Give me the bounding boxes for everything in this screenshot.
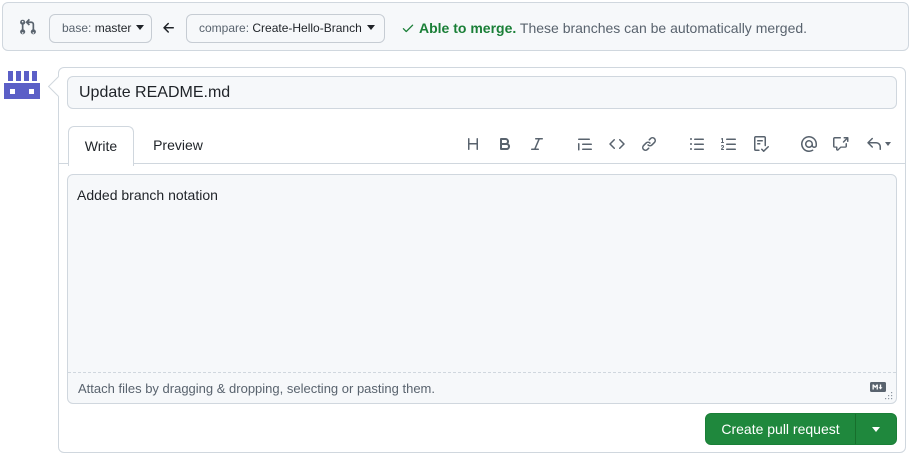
base-prefix: base: [62, 21, 92, 35]
comment-body-editor[interactable]: Added branch notation Attach files by dr… [67, 174, 897, 404]
compare-prefix: compare: [199, 21, 250, 35]
italic-icon[interactable] [526, 133, 548, 155]
tab-preview[interactable]: Preview [140, 126, 216, 165]
bold-icon[interactable] [494, 133, 516, 155]
create-pull-request-button[interactable]: Create pull request [706, 414, 856, 444]
reply-icon[interactable] [862, 133, 894, 155]
base-branch-name: master [94, 21, 132, 35]
base-branch-select[interactable]: base: master [49, 14, 152, 43]
caret-down-icon [872, 426, 880, 432]
compare-branch-name: Create-Hello-Branch [252, 21, 362, 35]
attach-files-hint: Attach files by dragging & dropping, sel… [78, 381, 435, 396]
reference-icon[interactable] [830, 133, 852, 155]
caret-down-icon [136, 25, 145, 30]
merge-status-ok: Able to merge. [419, 20, 517, 36]
ordered-list-icon[interactable] [718, 133, 740, 155]
create-options-dropdown[interactable] [856, 414, 896, 444]
create-pull-request-button-group: Create pull request [705, 413, 897, 445]
link-icon[interactable] [638, 133, 660, 155]
caret-down-icon [884, 142, 891, 146]
compare-branch-select[interactable]: compare: Create-Hello-Branch [186, 14, 385, 43]
pull-request-form: Write Preview Added branch notation [58, 67, 906, 453]
merge-status: Able to merge. These branches can be aut… [401, 20, 807, 36]
arrow-left-icon [163, 22, 174, 33]
tab-write[interactable]: Write [68, 126, 134, 166]
avatar [4, 67, 40, 103]
markdown-icon [870, 382, 886, 392]
check-icon [402, 24, 414, 33]
attach-files-footer[interactable]: Attach files by dragging & dropping, sel… [68, 372, 896, 403]
merge-status-message: These branches can be automatically merg… [519, 20, 808, 36]
unordered-list-icon[interactable] [686, 133, 708, 155]
comment-body-text[interactable]: Added branch notation [77, 187, 218, 203]
compare-arrows-icon [20, 18, 36, 35]
compare-bar: base: master compare: Create-Hello-Branc… [2, 2, 909, 51]
caret-down-icon [366, 25, 375, 30]
task-list-icon[interactable] [750, 133, 772, 155]
heading-icon[interactable] [462, 133, 484, 155]
title-input[interactable] [67, 76, 897, 109]
mention-icon[interactable] [798, 133, 820, 155]
quote-icon[interactable] [574, 133, 596, 155]
code-icon[interactable] [606, 133, 628, 155]
